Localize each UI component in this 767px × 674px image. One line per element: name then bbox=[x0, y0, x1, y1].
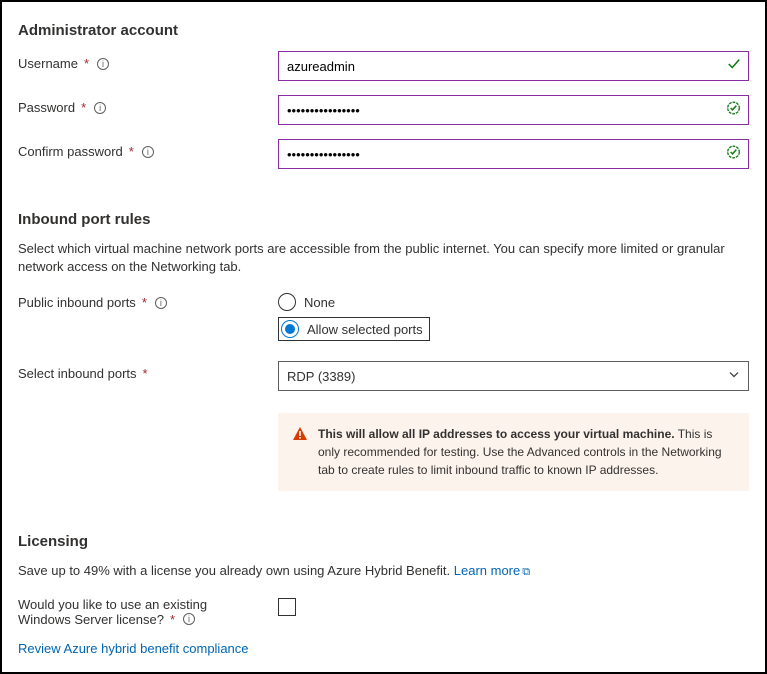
warning-triangle-icon bbox=[292, 426, 308, 479]
licensing-section-title: Licensing bbox=[18, 533, 749, 550]
radio-none[interactable]: None bbox=[278, 293, 749, 311]
required-star-icon: * bbox=[142, 295, 147, 310]
public-ports-label-text: Public inbound ports bbox=[18, 295, 136, 310]
confirm-password-input[interactable] bbox=[278, 139, 749, 169]
chevron-down-icon bbox=[728, 369, 740, 384]
password-label: Password * i bbox=[18, 95, 278, 115]
password-input[interactable] bbox=[278, 95, 749, 125]
required-star-icon: * bbox=[170, 612, 175, 627]
existing-license-row: Would you like to use an existing Window… bbox=[18, 595, 749, 627]
warning-row: This will allow all IP addresses to acce… bbox=[18, 405, 749, 491]
username-input[interactable] bbox=[278, 51, 749, 81]
confirm-password-row: Confirm password * i bbox=[18, 139, 749, 169]
licensing-section-desc: Save up to 49% with a license you alread… bbox=[18, 562, 749, 580]
review-compliance-link[interactable]: Review Azure hybrid benefit compliance bbox=[18, 641, 249, 656]
learn-more-link[interactable]: Learn more⧉ bbox=[454, 563, 530, 578]
required-star-icon: * bbox=[129, 144, 134, 159]
radio-allow-selected[interactable]: Allow selected ports bbox=[278, 317, 430, 341]
select-ports-label: Select inbound ports * bbox=[18, 361, 278, 381]
required-star-icon: * bbox=[84, 56, 89, 71]
username-label: Username * i bbox=[18, 51, 278, 71]
username-row: Username * i bbox=[18, 51, 749, 81]
info-icon[interactable]: i bbox=[142, 146, 154, 158]
username-label-text: Username bbox=[18, 56, 78, 71]
existing-license-line1: Would you like to use an existing bbox=[18, 597, 207, 612]
licensing-desc-text: Save up to 49% with a license you alread… bbox=[18, 563, 454, 578]
existing-license-label: Would you like to use an existing Window… bbox=[18, 595, 278, 627]
radio-icon bbox=[278, 293, 296, 311]
external-link-icon: ⧉ bbox=[522, 566, 530, 578]
required-star-icon: * bbox=[81, 100, 86, 115]
select-ports-label-text: Select inbound ports bbox=[18, 366, 137, 381]
confirm-password-label-text: Confirm password bbox=[18, 144, 123, 159]
inbound-ports-select[interactable]: RDP (3389) bbox=[278, 361, 749, 391]
learn-more-text: Learn more bbox=[454, 563, 520, 578]
admin-section-title: Administrator account bbox=[18, 22, 749, 39]
radio-icon bbox=[281, 320, 299, 338]
info-icon[interactable]: i bbox=[94, 102, 106, 114]
public-ports-label: Public inbound ports * i bbox=[18, 290, 278, 310]
existing-license-checkbox[interactable] bbox=[278, 598, 296, 616]
ports-section-desc: Select which virtual machine network por… bbox=[18, 240, 749, 276]
confirm-password-label: Confirm password * i bbox=[18, 139, 278, 159]
info-icon[interactable]: i bbox=[155, 297, 167, 309]
warning-text: This will allow all IP addresses to acce… bbox=[318, 425, 735, 479]
ports-section-title: Inbound port rules bbox=[18, 211, 749, 228]
required-star-icon: * bbox=[143, 366, 148, 381]
radio-none-label: None bbox=[304, 295, 335, 310]
select-ports-row: Select inbound ports * RDP (3389) bbox=[18, 361, 749, 391]
info-icon[interactable]: i bbox=[183, 613, 195, 625]
warning-banner: This will allow all IP addresses to acce… bbox=[278, 413, 749, 491]
inbound-ports-value: RDP (3389) bbox=[287, 369, 355, 384]
radio-allow-label: Allow selected ports bbox=[307, 322, 423, 337]
password-label-text: Password bbox=[18, 100, 75, 115]
password-row: Password * i bbox=[18, 95, 749, 125]
warning-bold: This will allow all IP addresses to acce… bbox=[318, 427, 675, 441]
public-ports-row: Public inbound ports * i None Allow sele… bbox=[18, 290, 749, 347]
info-icon[interactable]: i bbox=[97, 58, 109, 70]
existing-license-line2: Windows Server license? bbox=[18, 612, 164, 627]
